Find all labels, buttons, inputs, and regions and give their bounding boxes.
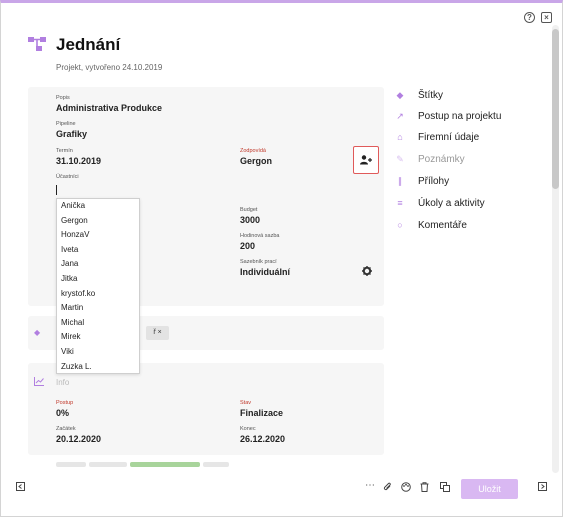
sidebar-item-postup[interactable]: ↗ Postup na projektu	[395, 108, 501, 124]
sidebar-item-prilohy[interactable]: ∥ Přílohy	[395, 173, 449, 189]
dropdown-option[interactable]: HonzaV	[57, 228, 139, 243]
tag-icon: ◆	[34, 328, 41, 337]
page-title: Jednání	[56, 35, 121, 54]
sidebar-item-komentare[interactable]: ○ Komentáře	[395, 217, 467, 233]
stav-value[interactable]: Finalizace	[240, 408, 283, 418]
tag-chip[interactable]: ř ×	[146, 326, 169, 340]
home-icon: ⌂	[397, 132, 403, 142]
sazebnik-label: Sazebník prací	[240, 259, 277, 265]
termin-value[interactable]: 31.10.2019	[56, 156, 101, 166]
sidebar-item-label: Přílohy	[418, 175, 450, 187]
add-participant-button[interactable]	[353, 146, 379, 174]
tag-icon: ◆	[396, 90, 404, 100]
paperclip-icon[interactable]	[383, 482, 392, 495]
save-button[interactable]: Uložit	[461, 479, 518, 499]
sidebar-item-label: Postup na projektu	[418, 110, 502, 122]
sidebar-item-firemni[interactable]: ⌂ Firemní údaje	[395, 129, 479, 145]
postup-label: Postup	[56, 400, 74, 406]
pipeline-value[interactable]: Grafiky	[56, 129, 87, 139]
edit-icon: ✎	[396, 154, 404, 164]
gear-icon[interactable]	[362, 266, 372, 276]
zodpovida-value[interactable]: Gergon	[240, 156, 272, 166]
chart-line-icon: ↗	[396, 111, 404, 121]
dropdown-option[interactable]: Zuzka L.	[57, 360, 139, 375]
dropdown-option[interactable]: Jitka	[57, 272, 139, 287]
dropdown-option[interactable]: krystof.ko	[57, 287, 139, 302]
sidebar-item-ukoly[interactable]: ≡ Úkoly a aktivity	[395, 195, 485, 211]
konec-label: Konec	[240, 426, 256, 432]
info-title: Info	[56, 378, 70, 387]
duplicate-icon[interactable]	[440, 482, 450, 495]
zodpovida-label: Zodpovídá	[240, 148, 266, 154]
sidebar-item-label: Štítky	[418, 89, 444, 101]
participants-input[interactable]	[56, 185, 57, 195]
paperclip-icon: ∥	[397, 176, 403, 186]
dropdown-option[interactable]: Gergon	[57, 214, 139, 229]
window-controls: ? ×	[524, 12, 552, 23]
stage-pill[interactable]	[89, 462, 127, 467]
trash-icon[interactable]	[420, 482, 429, 495]
list-icon: ≡	[397, 198, 403, 208]
sidebar-item-label: Komentáře	[418, 219, 467, 231]
palette-icon[interactable]	[401, 482, 411, 495]
participants-dropdown: Anička Gergon HonzaV Iveta Jana Jitka kr…	[56, 198, 140, 374]
dropdown-option[interactable]: Viki	[57, 345, 139, 360]
popis-label: Popis	[56, 95, 70, 101]
stage-pill-active[interactable]	[130, 462, 200, 467]
dropdown-option[interactable]: Martin	[57, 301, 139, 316]
popis-value[interactable]: Administrativa Produkce	[56, 103, 162, 113]
postup-value[interactable]: 0%	[56, 408, 69, 418]
pipeline-label: Pipeline	[56, 121, 76, 127]
budget-label: Budget	[240, 207, 258, 213]
collapse-right-icon[interactable]	[538, 482, 547, 494]
dropdown-option[interactable]: Jana	[57, 257, 139, 272]
sidebar-item-stitky[interactable]: ◆ Štítky	[395, 87, 443, 103]
dropdown-option[interactable]: Iveta	[57, 243, 139, 258]
user-plus-icon	[360, 155, 372, 165]
budget-value[interactable]: 3000	[240, 215, 260, 225]
zacatek-label: Začátek	[56, 426, 76, 432]
scrollbar-thumb[interactable]	[552, 29, 559, 189]
help-icon[interactable]: ?	[524, 12, 535, 23]
sidebar-item-label: Úkoly a aktivity	[418, 197, 485, 209]
hodinova-value[interactable]: 200	[240, 241, 255, 251]
termin-label: Termín	[56, 148, 73, 154]
dropdown-option[interactable]: Michal	[57, 316, 139, 331]
sazebnik-value[interactable]: Individuální	[240, 267, 290, 277]
sidebar-item-label: Poznámky	[418, 153, 465, 165]
stav-label: Stav	[240, 400, 252, 406]
page-subtitle: Projekt, vytvořeno 24.10.2019	[56, 63, 163, 72]
scrollbar[interactable]	[552, 25, 559, 473]
collapse-left-icon[interactable]	[16, 482, 25, 494]
more-icon[interactable]: ⋯	[365, 480, 375, 491]
chart-line-icon	[34, 377, 44, 386]
dropdown-option[interactable]: Mirek	[57, 330, 139, 345]
stage-pill[interactable]	[203, 462, 229, 467]
close-icon[interactable]: ×	[541, 12, 552, 23]
stage-pill[interactable]	[56, 462, 86, 467]
sidebar-item-label: Firemní údaje	[418, 131, 480, 143]
modal-window: ? × Jednání Projekt, vytvořeno 24.10.201…	[0, 0, 563, 517]
dropdown-option[interactable]: Anička	[57, 199, 139, 214]
zacatek-value[interactable]: 20.12.2020	[56, 434, 101, 444]
hodinova-label: Hodinová sazba	[240, 233, 280, 239]
konec-value[interactable]: 26.12.2020	[240, 434, 285, 444]
comment-icon: ○	[397, 220, 403, 230]
pipeline-logo-icon	[28, 37, 46, 51]
ucastnici-label: Účastníci	[56, 174, 79, 180]
sidebar-item-poznamky[interactable]: ✎ Poznámky	[395, 151, 465, 167]
